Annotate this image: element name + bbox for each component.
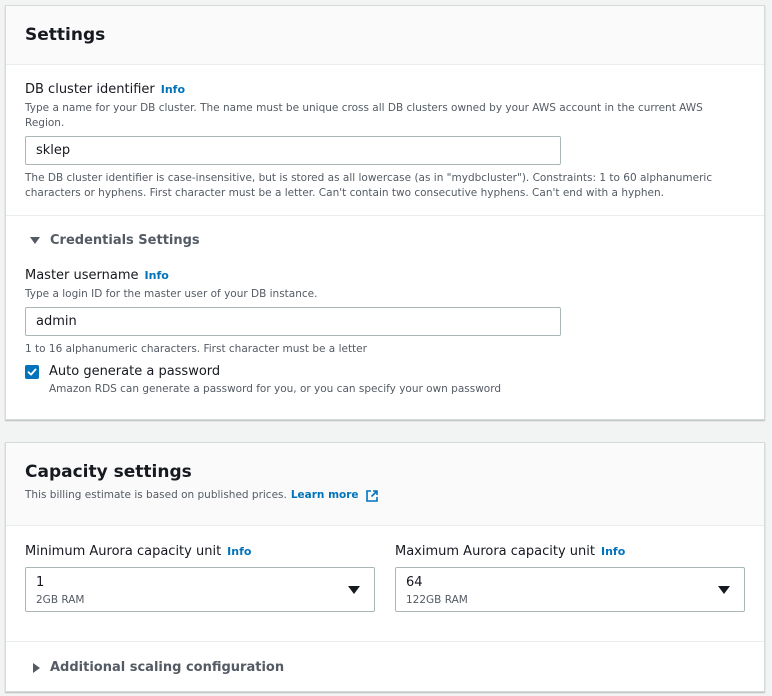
master-username-input[interactable]: admin bbox=[25, 307, 561, 336]
capacity-panel: Capacity settings This billing estimate … bbox=[5, 442, 765, 692]
min-acu-value: 1 bbox=[36, 575, 45, 590]
settings-header: Settings bbox=[6, 6, 764, 65]
cluster-id-description: Type a name for your DB cluster. The nam… bbox=[25, 102, 703, 129]
cluster-id-input[interactable]: sklep bbox=[25, 136, 561, 165]
max-acu-label-row: Maximum Aurora capacity unit Info bbox=[395, 544, 625, 559]
master-username-constraints: 1 to 16 alphanumeric characters. First c… bbox=[25, 343, 367, 355]
caret-down-icon bbox=[30, 237, 40, 244]
cluster-id-info-link[interactable]: Info bbox=[161, 83, 185, 96]
caret-right-icon bbox=[33, 662, 40, 673]
master-username-info-link[interactable]: Info bbox=[145, 269, 169, 282]
max-acu-value: 64 bbox=[406, 575, 423, 590]
capacity-subtitle: This billing estimate is based on publis… bbox=[25, 489, 287, 501]
credentials-expander[interactable]: Credentials Settings bbox=[30, 233, 200, 248]
min-acu-info-link[interactable]: Info bbox=[227, 545, 251, 558]
checkmark-icon bbox=[27, 368, 37, 375]
external-link-icon[interactable] bbox=[365, 489, 379, 503]
min-acu-select[interactable]: 1 2GB RAM bbox=[25, 567, 375, 612]
min-acu-label-row: Minimum Aurora capacity unit Info bbox=[25, 544, 251, 559]
auto-password-label[interactable]: Auto generate a password bbox=[49, 364, 220, 379]
auto-password-checkbox[interactable] bbox=[25, 364, 39, 379]
capacity-header: Capacity settings This billing estimate … bbox=[6, 443, 764, 526]
max-acu-select[interactable]: 64 122GB RAM bbox=[395, 567, 745, 612]
min-acu-label: Minimum Aurora capacity unit bbox=[25, 544, 222, 559]
caret-down-icon bbox=[718, 586, 730, 594]
settings-divider bbox=[6, 215, 764, 216]
min-acu-ram: 2GB RAM bbox=[36, 594, 85, 606]
settings-title: Settings bbox=[25, 25, 106, 45]
capacity-subtitle-row: This billing estimate is based on publis… bbox=[25, 488, 379, 503]
credentials-title: Credentials Settings bbox=[50, 233, 200, 248]
learn-more-link[interactable]: Learn more bbox=[291, 488, 359, 503]
auto-password-row: Auto generate a password bbox=[25, 364, 220, 379]
cluster-id-label-row: DB cluster identifier Info bbox=[25, 82, 185, 97]
master-username-description: Type a login ID for the master user of y… bbox=[25, 288, 318, 300]
auto-password-description: Amazon RDS can generate a password for y… bbox=[49, 383, 502, 395]
cluster-id-label: DB cluster identifier bbox=[25, 82, 155, 97]
additional-scaling-title: Additional scaling configuration bbox=[50, 660, 285, 675]
capacity-title: Capacity settings bbox=[25, 462, 192, 482]
master-username-label-row: Master username Info bbox=[25, 268, 169, 283]
caret-down-icon bbox=[348, 586, 360, 594]
max-acu-ram: 122GB RAM bbox=[406, 594, 468, 606]
capacity-divider bbox=[6, 641, 764, 642]
settings-panel: Settings DB cluster identifier Info Type … bbox=[5, 5, 765, 420]
cluster-id-constraints: The DB cluster identifier is case-insens… bbox=[25, 172, 713, 199]
max-acu-info-link[interactable]: Info bbox=[601, 545, 625, 558]
additional-scaling-expander[interactable]: Additional scaling configuration bbox=[33, 660, 284, 675]
max-acu-label: Maximum Aurora capacity unit bbox=[395, 544, 595, 559]
master-username-label: Master username bbox=[25, 268, 139, 283]
